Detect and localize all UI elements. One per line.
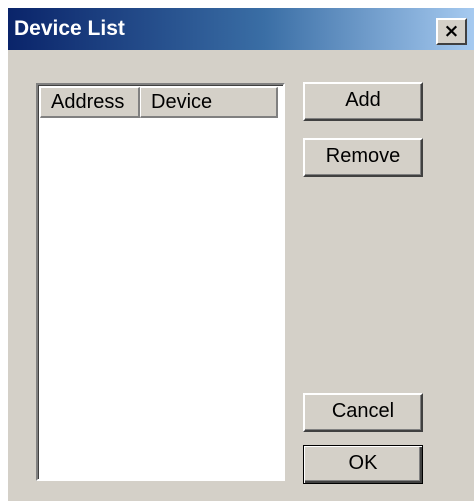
ok-button[interactable]: OK: [303, 445, 423, 484]
device-list-dialog: Device List × Address Device Add Remove …: [6, 6, 474, 501]
list-body[interactable]: [40, 118, 283, 479]
remove-button[interactable]: Remove: [303, 138, 423, 177]
list-header: Address Device: [40, 87, 283, 118]
column-header-address[interactable]: Address: [40, 87, 140, 118]
window-title: Device List: [14, 17, 125, 40]
device-list-view[interactable]: Address Device: [36, 83, 285, 481]
title-bar[interactable]: Device List ×: [8, 8, 474, 50]
close-icon: ×: [443, 20, 460, 42]
add-button[interactable]: Add: [303, 82, 423, 121]
column-header-device[interactable]: Device: [140, 87, 278, 118]
cancel-button[interactable]: Cancel: [303, 393, 423, 432]
close-button[interactable]: ×: [436, 18, 467, 45]
